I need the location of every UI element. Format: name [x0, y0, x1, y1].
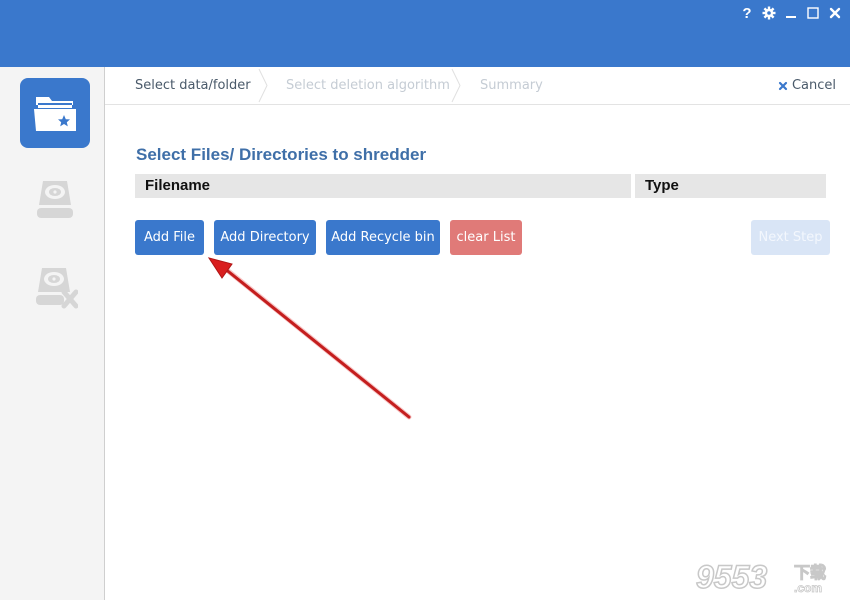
hard-drive-icon — [37, 181, 73, 218]
next-step-button: Next Step — [751, 220, 830, 255]
settings-button[interactable] — [758, 3, 780, 23]
column-header-type[interactable]: Type — [635, 174, 826, 198]
close-button[interactable] — [824, 3, 846, 23]
step-separator — [258, 68, 268, 103]
close-icon — [778, 81, 788, 90]
watermark-logo: 9553 下载 .com — [695, 558, 826, 596]
close-icon — [829, 7, 841, 19]
wizard-steps: Select data/folder Select deletion algor… — [105, 67, 850, 105]
clear-list-button[interactable]: clear List — [450, 220, 522, 255]
watermark-domain: .com — [794, 581, 822, 595]
cancel-label: Cancel — [791, 78, 836, 93]
sidebar-item-summary[interactable] — [20, 253, 90, 323]
add-recycle-bin-button[interactable]: Add Recycle bin — [326, 220, 440, 255]
gear-icon — [762, 6, 776, 20]
minimize-icon — [786, 16, 796, 18]
cancel-button[interactable]: Cancel — [778, 67, 836, 104]
step-summary: Summary — [480, 78, 543, 93]
help-button[interactable]: ? — [736, 3, 758, 23]
sidebar — [0, 67, 105, 600]
minimize-button[interactable] — [780, 3, 802, 23]
question-icon: ? — [742, 4, 752, 22]
maximize-button[interactable] — [802, 3, 824, 23]
watermark-suffix: 下载 — [794, 563, 826, 582]
add-file-button[interactable]: Add File — [135, 220, 204, 255]
column-header-filename[interactable]: Filename — [135, 174, 631, 198]
sidebar-item-select-data[interactable] — [20, 78, 90, 148]
folder-star-icon — [34, 97, 76, 131]
step-deletion-algorithm: Select deletion algorithm — [286, 78, 450, 93]
watermark-text: 9553 — [696, 559, 767, 595]
hard-drive-delete-icon — [36, 268, 78, 309]
step-separator — [451, 68, 461, 103]
step-select-data[interactable]: Select data/folder — [135, 67, 251, 104]
maximize-icon — [807, 7, 819, 19]
title-bar: ? — [0, 0, 850, 67]
page-title: Select Files/ Directories to shredder — [136, 145, 427, 164]
sidebar-item-deletion-algorithm[interactable] — [20, 165, 90, 235]
add-directory-button[interactable]: Add Directory — [214, 220, 316, 255]
window-controls: ? — [736, 3, 846, 23]
